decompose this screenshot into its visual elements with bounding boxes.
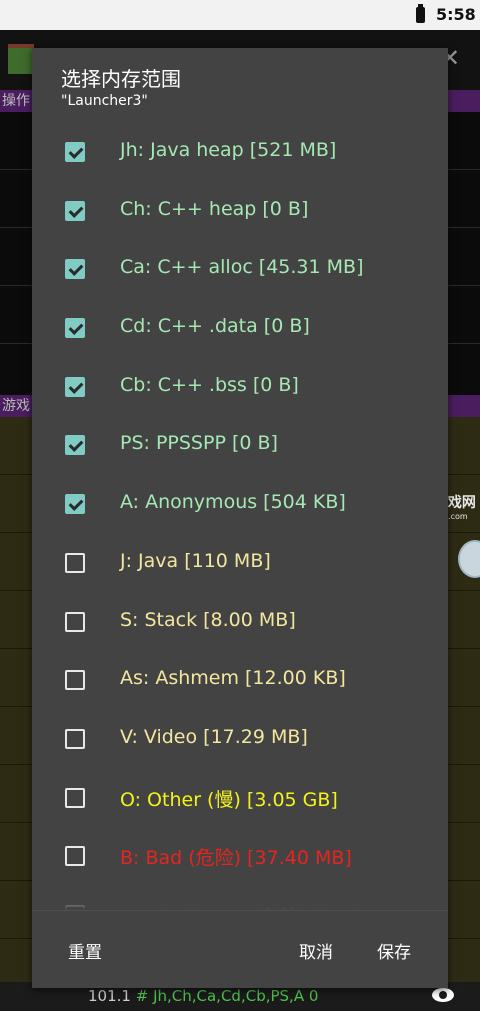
region-label: J: Java [110 MB] <box>120 549 271 572</box>
region-checkbox[interactable] <box>65 142 85 162</box>
region-checkbox[interactable] <box>65 728 85 749</box>
region-checkbox[interactable] <box>65 552 85 573</box>
region-label: PS: PPSSPP [0 B] <box>120 432 278 455</box>
memory-region-item[interactable]: Jh: Java heap [521 MB] <box>32 122 448 181</box>
memory-region-item[interactable]: As: Ashmem [12.00 KB] <box>32 650 448 709</box>
region-checkbox[interactable] <box>65 435 85 456</box>
memory-region-item[interactable]: O: Other (慢) [3.05 GB] <box>32 768 448 827</box>
region-checkbox[interactable] <box>65 494 85 515</box>
background-value: 101.1 <box>88 987 131 1005</box>
home-icon <box>8 44 34 74</box>
region-label: As: Ashmem [12.00 KB] <box>120 667 346 690</box>
memory-range-dialog: 选择内存范围 "Launcher3" Jh: Java heap [521 MB… <box>32 48 448 988</box>
memory-region-item[interactable]: Cb: C++ .bss [0 B] <box>32 357 448 416</box>
eye-icon[interactable] <box>432 988 454 1002</box>
region-label: B: Bad (危险) [37.40 MB] <box>120 847 352 870</box>
region-label: A: Anonymous [504 KB] <box>120 491 346 514</box>
memory-region-item[interactable]: S: Stack [8.00 MB] <box>32 592 448 651</box>
battery-icon <box>416 4 425 23</box>
background-filter: # Jh,Ch,Ca,Cd,Cb,PS,A 0 <box>135 987 319 1005</box>
region-checkbox[interactable] <box>65 200 85 221</box>
memory-region-item[interactable]: V: Video [17.29 MB] <box>32 709 448 768</box>
region-label: Cb: C++ .bss [0 B] <box>120 373 299 396</box>
region-checkbox[interactable] <box>65 787 85 808</box>
list-fade <box>32 888 448 910</box>
memory-region-item[interactable]: J: Java [110 MB] <box>32 533 448 592</box>
cancel-button[interactable]: 取消 <box>299 938 333 963</box>
dialog-title: 选择内存范围 <box>61 67 181 91</box>
memory-region-item[interactable]: Ch: C++ heap [0 B] <box>32 181 448 240</box>
region-label: V: Video [17.29 MB] <box>120 725 308 748</box>
memory-region-item[interactable]: Cd: C++ .data [0 B] <box>32 298 448 357</box>
region-checkbox[interactable] <box>65 376 85 397</box>
region-checkbox[interactable] <box>65 670 85 691</box>
memory-region-item[interactable]: A: Anonymous [504 KB] <box>32 474 448 533</box>
region-label: Ca: C++ alloc [45.31 MB] <box>120 256 364 279</box>
region-label: S: Stack [8.00 MB] <box>120 608 296 631</box>
dialog-divider <box>32 910 448 911</box>
region-label: O: Other (慢) [3.05 GB] <box>120 788 338 811</box>
memory-region-item[interactable]: PS: PPSSPP [0 B] <box>32 415 448 474</box>
region-checkbox[interactable] <box>65 611 85 632</box>
save-button[interactable]: 保存 <box>377 938 411 963</box>
status-time: 5:58 <box>436 5 476 24</box>
region-label: Jh: Java heap [521 MB] <box>120 139 337 161</box>
memory-region-item[interactable]: B: Bad (危险) [37.40 MB] <box>32 826 448 885</box>
region-checkbox[interactable] <box>65 259 85 280</box>
memory-region-item[interactable]: Ca: C++ alloc [45.31 MB] <box>32 239 448 298</box>
status-bar: 5:58 <box>0 0 480 30</box>
region-checkbox[interactable] <box>65 318 85 339</box>
region-label: Ch: C++ heap [0 B] <box>120 197 309 220</box>
region-checkbox[interactable] <box>65 846 85 867</box>
region-label: Cd: C++ .data [0 B] <box>120 315 310 338</box>
dialog-subtitle: "Launcher3" <box>61 93 148 109</box>
memory-region-list[interactable]: Jh: Java heap [521 MB] Ch: C++ heap [0 B]… <box>32 122 448 910</box>
reset-button[interactable]: 重置 <box>68 938 102 963</box>
